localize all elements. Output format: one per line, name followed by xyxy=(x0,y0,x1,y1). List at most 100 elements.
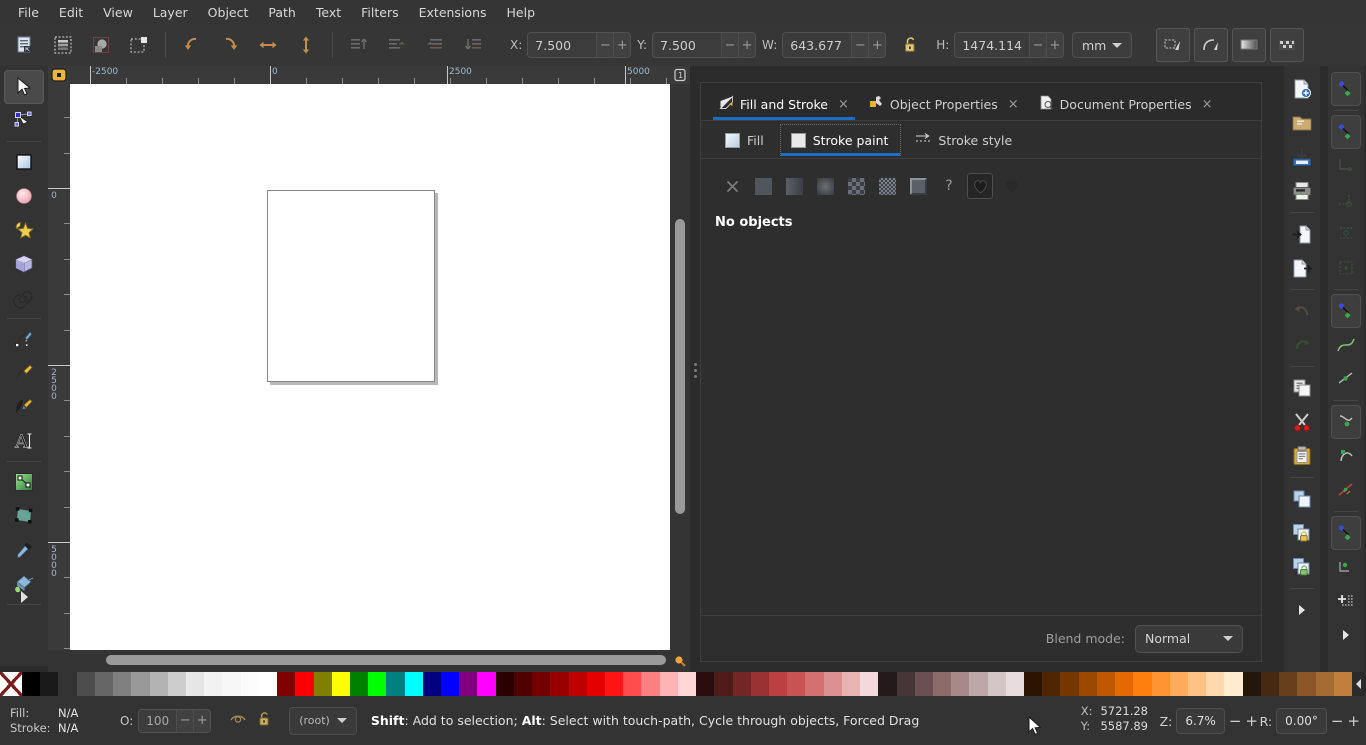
palette-swatch[interactable] xyxy=(732,672,751,696)
toolbox-expander-icon[interactable] xyxy=(0,580,48,614)
palette-swatch[interactable] xyxy=(441,672,460,696)
palette-swatch[interactable] xyxy=(422,672,442,696)
palette-swatch[interactable] xyxy=(1279,672,1298,696)
selector-tool[interactable] xyxy=(4,70,44,104)
dropper-tool[interactable] xyxy=(4,533,44,567)
cut-icon[interactable] xyxy=(1287,405,1317,439)
palette-swatch[interactable] xyxy=(1315,672,1334,696)
unknown-paint-button[interactable]: ? xyxy=(936,173,962,199)
snap-bbox-center-toggle[interactable] xyxy=(1331,251,1361,285)
palette-swatch[interactable] xyxy=(677,672,697,696)
flat-color-button[interactable] xyxy=(750,173,776,199)
menu-item-edit[interactable]: Edit xyxy=(49,2,93,23)
print-document-icon[interactable] xyxy=(1287,174,1317,208)
snap-bbox-edge-toggle[interactable] xyxy=(1331,149,1361,183)
menu-item-text[interactable]: Text xyxy=(306,2,351,23)
zoom-out-button[interactable]: − xyxy=(1229,712,1242,730)
snap-smooth-node-toggle[interactable] xyxy=(1331,439,1361,473)
w-increment[interactable]: + xyxy=(868,33,886,57)
snap-object-center-toggle[interactable] xyxy=(1331,516,1361,550)
palette-swatch[interactable] xyxy=(532,672,551,696)
h-input[interactable]: 1474.114 − + xyxy=(954,32,1064,58)
affect-gradients-icon[interactable] xyxy=(1232,28,1267,62)
subtab-stroke-paint[interactable]: Stroke paint xyxy=(779,123,902,156)
lower-icon[interactable] xyxy=(418,28,452,62)
palette-swatch[interactable] xyxy=(768,672,788,696)
star-tool[interactable] xyxy=(4,213,44,247)
rotation-value[interactable]: 0.00° xyxy=(1277,714,1326,728)
save-document-icon[interactable] xyxy=(1287,140,1317,174)
rectangle-tool[interactable] xyxy=(4,145,44,179)
palette-swatch[interactable] xyxy=(1096,672,1116,696)
fill-stroke-indicator[interactable]: Fill: N/A Stroke: N/A xyxy=(0,706,110,736)
palette-swatch[interactable] xyxy=(1151,672,1170,696)
text-tool[interactable]: A xyxy=(4,424,44,458)
palette-swatch[interactable] xyxy=(1242,672,1261,696)
tab-fill-and-stroke[interactable]: Fill and Stroke × xyxy=(709,87,859,120)
opacity-input[interactable]: 100 − + xyxy=(138,708,212,733)
palette-swatch[interactable] xyxy=(459,672,478,696)
horizontal-ruler[interactable]: -2500 0 2500 5000 xyxy=(70,66,690,84)
layer-selector[interactable]: (root) xyxy=(289,706,357,735)
menu-item-extensions[interactable]: Extensions xyxy=(409,2,497,23)
linear-gradient-button[interactable] xyxy=(781,173,807,199)
palette-swatch[interactable] xyxy=(222,672,241,696)
gradient-tool[interactable] xyxy=(4,465,44,499)
palette-swatch[interactable] xyxy=(987,672,1006,696)
palette-swatch[interactable] xyxy=(331,672,350,696)
palette-swatch[interactable] xyxy=(477,672,496,696)
zoom-value[interactable]: 6.7% xyxy=(1177,714,1224,728)
import-icon[interactable] xyxy=(1287,217,1317,251)
palette-swatch[interactable] xyxy=(969,672,988,696)
x-value[interactable]: 7.500 xyxy=(528,33,597,57)
palette-swatch[interactable] xyxy=(258,672,278,696)
rotate-ccw-icon[interactable] xyxy=(175,28,209,62)
vertical-scroll-thumb[interactable] xyxy=(675,219,685,514)
palette-swatch[interactable] xyxy=(40,672,59,696)
snap-nodes-toggle[interactable] xyxy=(1331,294,1361,328)
snap-cusp-node-toggle[interactable] xyxy=(1331,405,1361,439)
duplicate-icon[interactable] xyxy=(1287,482,1317,516)
palette-swatch[interactable] xyxy=(386,672,405,696)
palette-swatch[interactable] xyxy=(1005,672,1025,696)
palette-swatch[interactable] xyxy=(714,672,733,696)
palette-swatch[interactable] xyxy=(568,672,587,696)
palette-swatch[interactable] xyxy=(240,672,259,696)
snap-path-toggle[interactable] xyxy=(1331,328,1361,362)
h-increment[interactable]: + xyxy=(1046,33,1063,57)
flip-vertical-icon[interactable] xyxy=(289,28,323,62)
x-increment[interactable]: + xyxy=(613,33,631,57)
palette-swatch[interactable] xyxy=(823,672,842,696)
group-icon[interactable] xyxy=(1287,516,1317,550)
menu-item-file[interactable]: File xyxy=(8,2,49,23)
palette-swatch[interactable] xyxy=(1297,672,1316,696)
units-dropdown[interactable]: mm xyxy=(1072,32,1133,58)
palette-swatch[interactable] xyxy=(841,672,861,696)
palette-swatch[interactable] xyxy=(404,672,423,696)
subtab-stroke-style[interactable]: Stroke style xyxy=(905,124,1024,156)
snap-midpoint-toggle[interactable] xyxy=(1331,473,1361,507)
menu-item-view[interactable]: View xyxy=(93,2,143,23)
palette-swatch[interactable] xyxy=(204,672,223,696)
palette-swatch[interactable] xyxy=(1224,672,1243,696)
palette-swatch[interactable] xyxy=(1188,672,1207,696)
canvas-unit-indicator[interactable]: 1 xyxy=(670,66,690,84)
lower-to-bottom-icon[interactable] xyxy=(456,28,490,62)
rotate-cw-icon[interactable] xyxy=(213,28,247,62)
tab-close-object-properties[interactable]: × xyxy=(1008,97,1019,112)
palette-swatch[interactable] xyxy=(185,672,205,696)
select-same-icon[interactable] xyxy=(122,28,156,62)
opacity-value[interactable]: 100 xyxy=(139,709,177,732)
command-strip-expander-icon[interactable] xyxy=(1287,593,1317,627)
dock-resize-grip[interactable] xyxy=(690,355,700,385)
w-value[interactable]: 643.677 xyxy=(783,33,852,57)
blend-mode-dropdown[interactable]: Normal xyxy=(1135,624,1243,653)
palette-swatch[interactable] xyxy=(368,672,387,696)
palette-swatch[interactable] xyxy=(550,672,569,696)
y-decrement[interactable]: − xyxy=(721,33,739,57)
y-value[interactable]: 7.500 xyxy=(653,33,722,57)
w-decrement[interactable]: − xyxy=(851,33,869,57)
palette-swatch[interactable] xyxy=(1133,672,1152,696)
paste-icon[interactable] xyxy=(1287,439,1317,473)
palette-swatch[interactable] xyxy=(94,672,114,696)
